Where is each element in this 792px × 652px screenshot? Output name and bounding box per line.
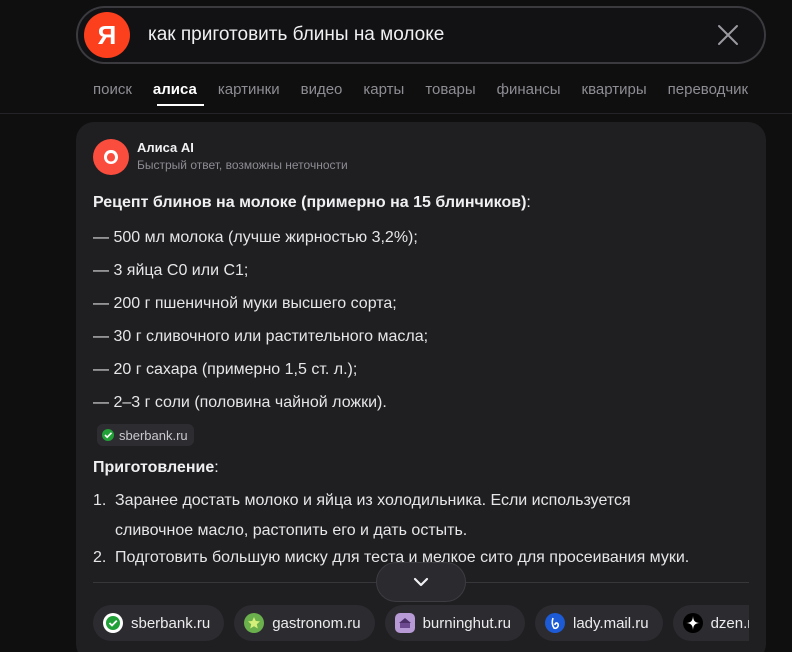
source-chips: sberbank.ru gastronom.ru burninghut.ru l… bbox=[93, 605, 749, 641]
tab-finance[interactable]: финансы bbox=[497, 81, 561, 98]
gastronom-icon bbox=[244, 613, 265, 633]
search-tabs: поиск алиса картинки видео карты товары … bbox=[93, 81, 769, 98]
tab-apartments[interactable]: квартиры bbox=[582, 81, 647, 98]
header-divider bbox=[0, 113, 792, 114]
alice-icon bbox=[93, 139, 129, 175]
source-chip-lady-mail[interactable]: lady.mail.ru bbox=[535, 605, 663, 641]
alice-answer-card: Алиса AI Быстрый ответ, возможны неточно… bbox=[76, 122, 766, 652]
ingredient-line: — 2–3 г соли (половина чайной ложки). bbox=[93, 394, 387, 411]
sberbank-icon bbox=[102, 429, 114, 441]
source-chip-label: lady.mail.ru bbox=[573, 614, 649, 632]
ingredient-line: — 200 г пшеничной муки высшего сорта; bbox=[93, 295, 397, 312]
tab-video[interactable]: видео bbox=[301, 81, 343, 98]
answer-author: Алиса AI bbox=[137, 140, 194, 155]
preparation-heading: Приготовление: bbox=[93, 459, 219, 476]
tab-products[interactable]: товары bbox=[425, 81, 475, 98]
ingredient-line: — 500 мл молока (лучше жирностью 3,2%); bbox=[93, 229, 418, 246]
lady-mail-icon bbox=[545, 613, 565, 633]
source-chip-label: sberbank.ru bbox=[131, 614, 211, 632]
step-item: 1. Заранее достать молоко и яйца из холод… bbox=[93, 492, 631, 539]
source-chip-sberbank[interactable]: sberbank.ru bbox=[93, 605, 225, 641]
source-chip-gastronom[interactable]: gastronom.ru bbox=[234, 605, 375, 641]
search-bar[interactable]: Я как приготовить блины на молоке bbox=[76, 6, 766, 64]
sberbank-icon bbox=[103, 613, 123, 633]
source-chip-label: burninghut.ru bbox=[422, 614, 511, 632]
tab-images[interactable]: картинки bbox=[218, 81, 280, 98]
source-chip-label: dzen.ru bbox=[710, 614, 749, 632]
burninghut-icon bbox=[394, 613, 415, 633]
tab-maps[interactable]: карты bbox=[363, 81, 404, 98]
ingredient-line: — 3 яйца С0 или С1; bbox=[93, 262, 249, 279]
tab-alice[interactable]: алиса bbox=[153, 81, 197, 98]
source-chip-burninghut[interactable]: burninghut.ru bbox=[384, 605, 525, 641]
active-tab-indicator bbox=[157, 104, 204, 106]
tab-search[interactable]: поиск bbox=[93, 81, 132, 98]
source-chip-label: gastronom.ru bbox=[272, 614, 361, 632]
search-input[interactable]: как приготовить блины на молоке bbox=[148, 24, 706, 46]
dzen-icon bbox=[682, 613, 703, 633]
ingredient-line: — 20 г сахара (примерно 1,5 ст. л.); bbox=[93, 361, 358, 378]
recipe-heading: Рецепт блинов на молоке (примерно на 15 … bbox=[93, 194, 531, 211]
yandex-logo[interactable]: Я bbox=[84, 12, 130, 58]
ingredient-line: — 30 г сливочного или растительного масл… bbox=[93, 328, 429, 345]
chevron-down-icon bbox=[413, 577, 429, 587]
close-icon bbox=[718, 25, 738, 45]
inline-source-chip[interactable]: sberbank.ru bbox=[97, 424, 194, 446]
inline-source-label: sberbank.ru bbox=[119, 427, 188, 443]
source-chip-dzen[interactable]: dzen.ru bbox=[672, 605, 749, 641]
expand-answer-button[interactable] bbox=[376, 562, 466, 602]
clear-search-button[interactable] bbox=[706, 13, 750, 57]
answer-disclaimer: Быстрый ответ, возможны неточности bbox=[137, 158, 348, 172]
tab-translator[interactable]: переводчик bbox=[668, 81, 748, 98]
